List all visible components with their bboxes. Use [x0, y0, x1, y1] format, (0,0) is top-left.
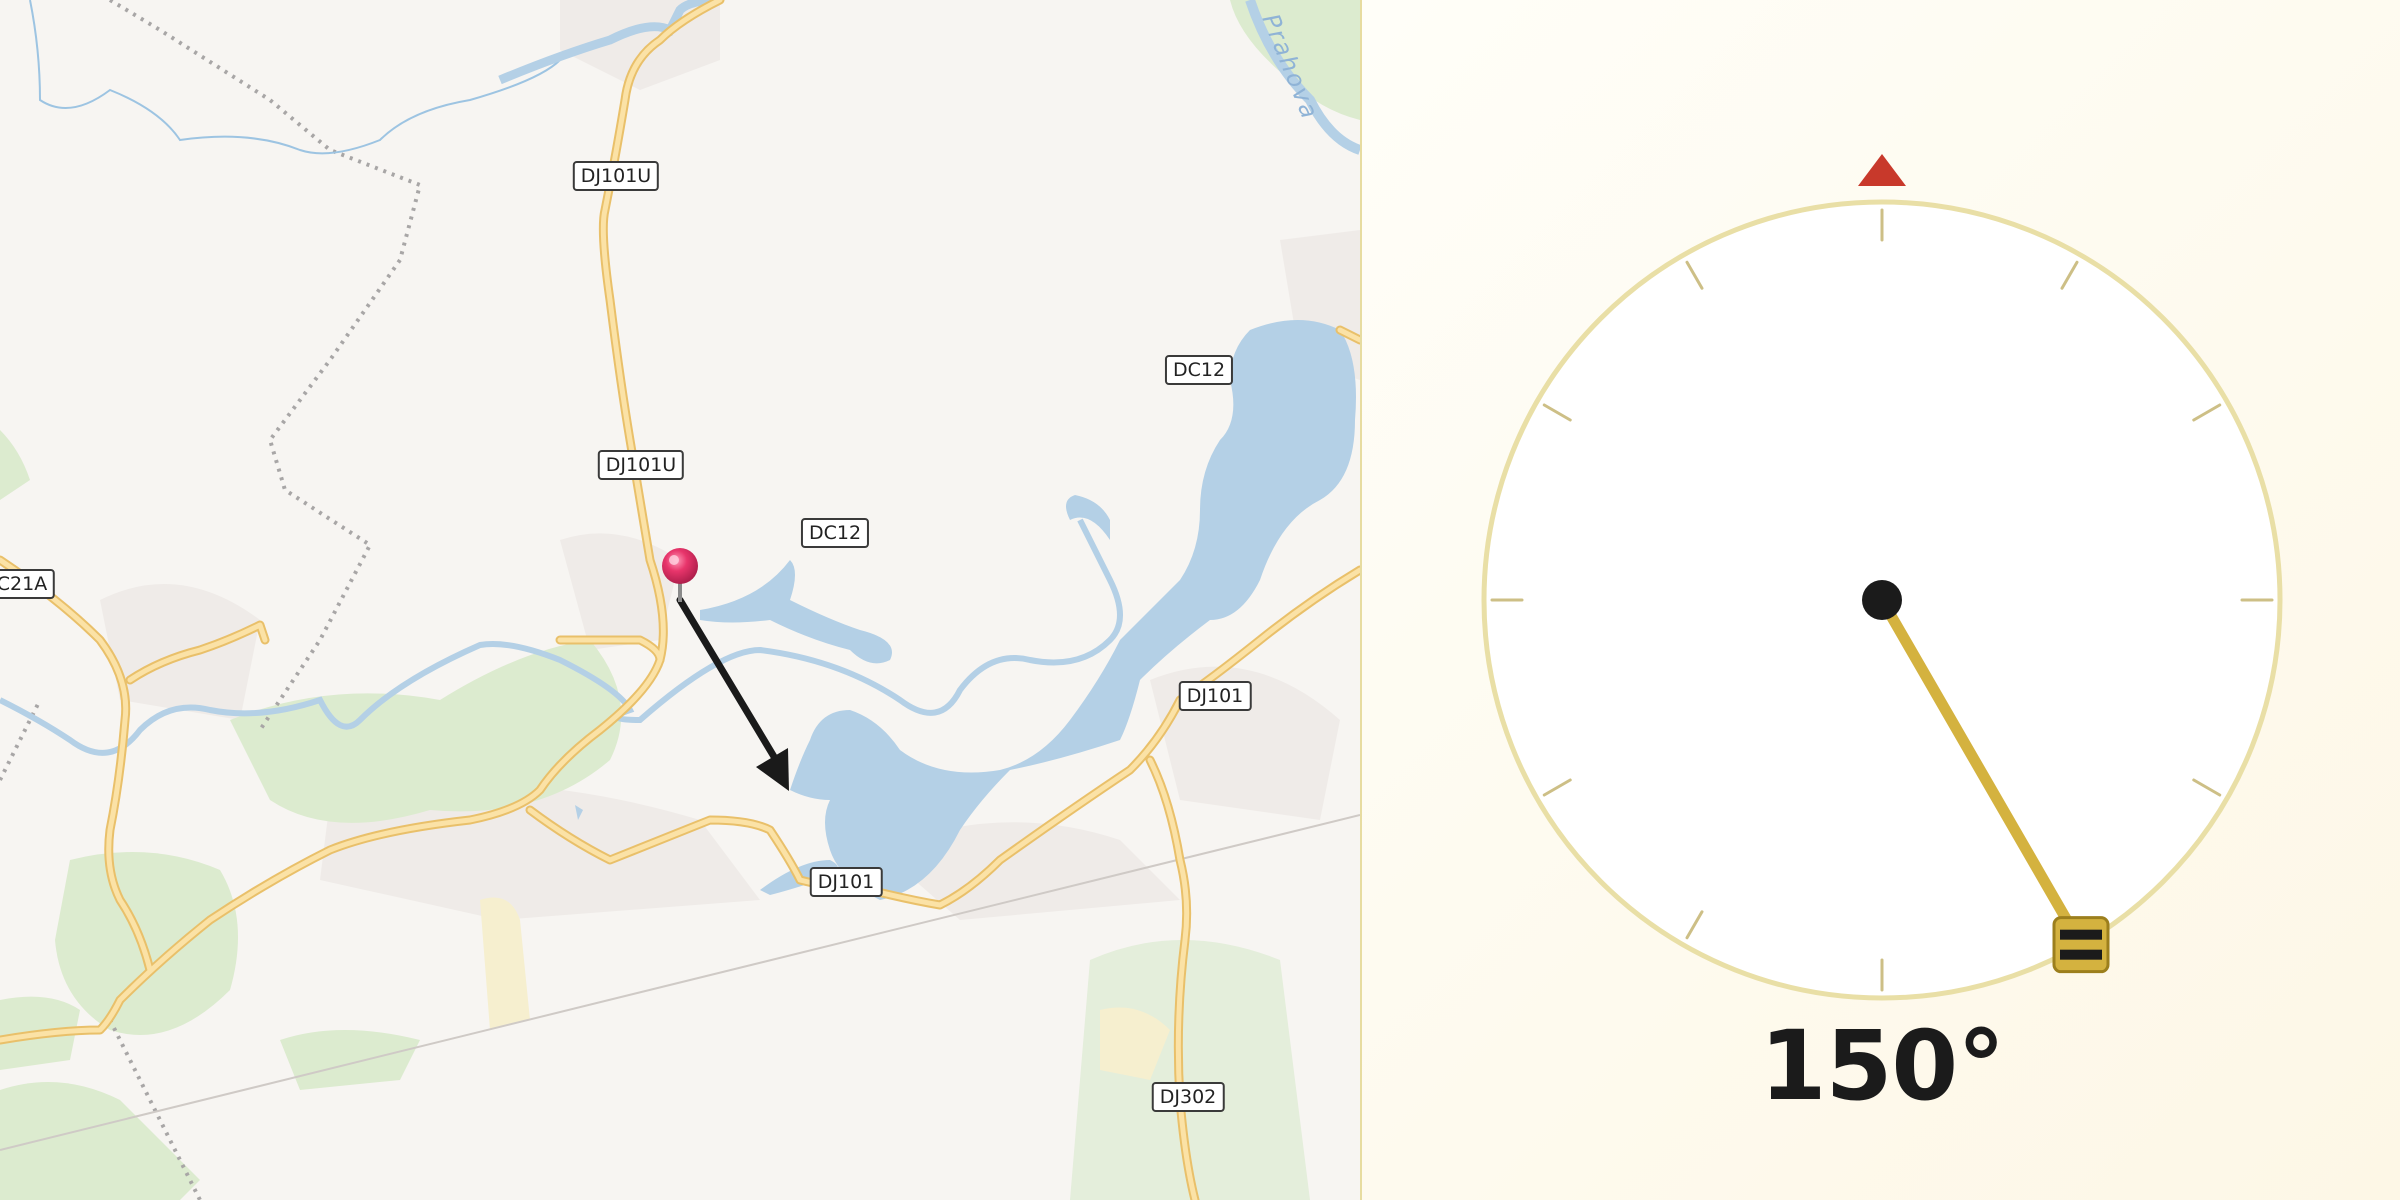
- road-label: DJ101U: [572, 161, 660, 191]
- north-marker-icon: [1858, 154, 1906, 186]
- road-label: DJ101: [1178, 681, 1252, 711]
- road-label: DJ101U: [597, 450, 685, 480]
- compass-hub: [1862, 580, 1902, 620]
- road-label: DJ101: [809, 867, 883, 897]
- heading-drag-handle[interactable]: [2052, 916, 2110, 974]
- compass-panel: 150°: [1360, 0, 2400, 1200]
- heading-readout: 150°: [1759, 1010, 2005, 1122]
- road-label: DC12: [800, 518, 870, 548]
- road-label: DJ302: [1151, 1082, 1225, 1112]
- road-label: DC12: [1164, 355, 1234, 385]
- map-view[interactable]: Prahova DJ101U DJ101U DC12 DC12 C21A DJ1…: [0, 0, 1360, 1200]
- road-label: C21A: [0, 569, 56, 599]
- map-canvas: Prahova: [0, 0, 1360, 1200]
